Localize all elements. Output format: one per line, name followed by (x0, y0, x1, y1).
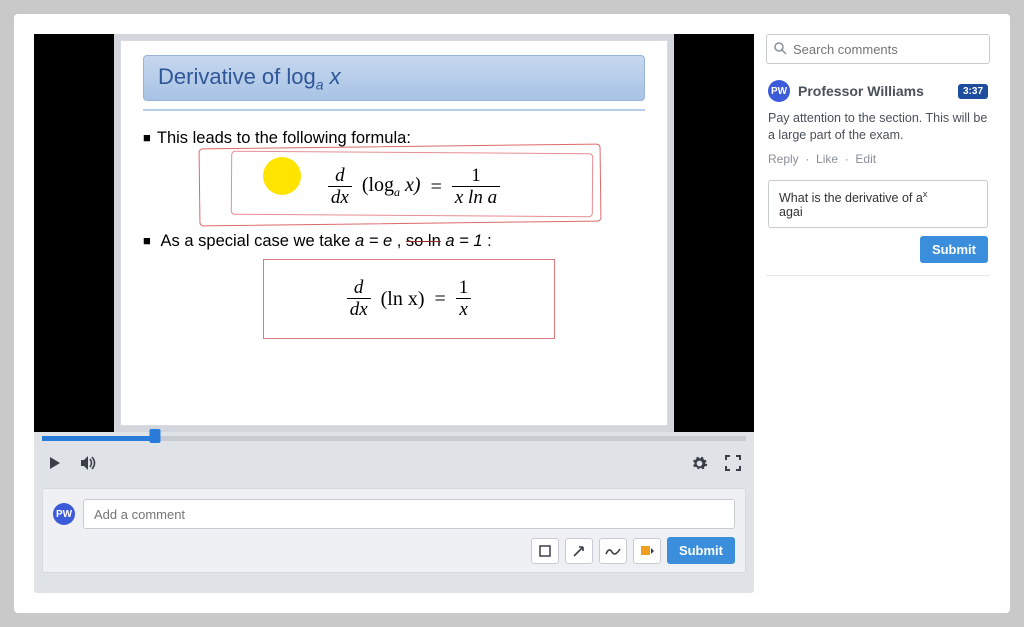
comment-input[interactable] (83, 499, 735, 529)
timestamp-badge[interactable]: 3:37 (958, 84, 988, 99)
slide-content: Derivative of loga x This leads to the f… (120, 40, 668, 426)
volume-icon[interactable] (80, 454, 98, 472)
reply-link[interactable]: Reply (768, 152, 799, 166)
player-controls (34, 444, 754, 482)
ddx-fraction: d dx (328, 166, 352, 208)
reply-submit-button[interactable]: Submit (920, 236, 988, 263)
progress-fill (42, 436, 155, 441)
slide-title-var: x (330, 64, 341, 89)
comment-body: Pay attention to the section. This will … (768, 110, 988, 144)
gear-icon[interactable] (690, 454, 708, 472)
letterbox-left (34, 34, 114, 432)
letterbox-right (674, 34, 754, 432)
comment-actions: Reply · Like · Edit (768, 152, 988, 166)
slide-bullet-2: As a special case we take a = e , so ln … (143, 232, 645, 251)
slide-title-main: Derivative of log (158, 64, 316, 89)
avatar: PW (53, 503, 75, 525)
formula-2: d dx (ln x) = 1 x (347, 278, 472, 320)
progress-bar[interactable] (42, 432, 746, 444)
video-panel: Derivative of loga x This leads to the f… (34, 34, 754, 593)
tool-freehand-icon[interactable] (599, 538, 627, 564)
composer-tool-row: Submit (53, 537, 735, 564)
tool-rectangle-icon[interactable] (531, 538, 559, 564)
comment-author: Professor Williams (798, 83, 950, 99)
comments-sidebar: PW Professor Williams 3:37 Pay attention… (766, 34, 990, 593)
search-wrap (766, 34, 990, 64)
slide-title: Derivative of loga x (143, 55, 645, 101)
video-stage[interactable]: Derivative of loga x This leads to the f… (34, 34, 754, 432)
comment-composer: PW Submit (42, 488, 746, 573)
like-link[interactable]: Like (816, 152, 838, 166)
composer-submit-button[interactable]: Submit (667, 537, 735, 564)
edit-link[interactable]: Edit (855, 152, 876, 166)
slide-bullet-1: This leads to the following formula: (143, 129, 645, 148)
title-underline (143, 109, 645, 111)
formula-2-box: d dx (ln x) = 1 x (263, 259, 555, 339)
slide-title-sub: a (316, 76, 324, 92)
search-input[interactable] (766, 34, 990, 64)
app-frame: Derivative of loga x This leads to the f… (14, 14, 1010, 613)
play-icon[interactable] (46, 454, 64, 472)
formula-1-box: d dx (loga x) = 1 x ln a (233, 156, 595, 218)
fullscreen-icon[interactable] (724, 454, 742, 472)
avatar: PW (768, 80, 790, 102)
search-icon (774, 42, 787, 60)
formula-1: d dx (loga x) = 1 x ln a (328, 166, 500, 208)
tool-color-picker-icon[interactable] (633, 538, 661, 564)
progress-thumb[interactable] (149, 429, 160, 443)
comment-card: PW Professor Williams 3:37 Pay attention… (766, 72, 990, 276)
tool-arrow-icon[interactable] (565, 538, 593, 564)
reply-input[interactable]: What is the derivative of ax agai (768, 180, 988, 228)
